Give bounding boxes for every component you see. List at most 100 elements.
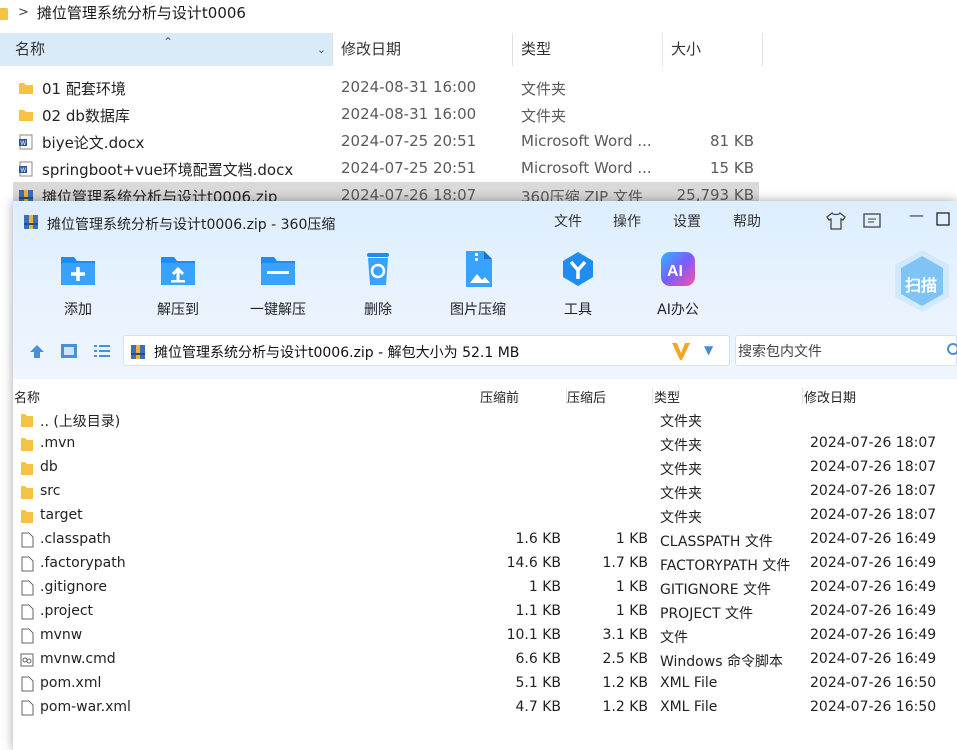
scan-label: 扫描 (905, 276, 938, 295)
image-compress-button[interactable]: 图片压缩 (440, 249, 516, 319)
delete-button[interactable]: 删除 (340, 249, 416, 319)
item-size-before: 5.1 KB (515, 675, 562, 691)
list-item[interactable]: pom-war.xml 4.7 KB 1.2 KB XML File 2024-… (13, 696, 957, 720)
column-date[interactable]: 修改日期 (333, 33, 513, 66)
feedback-icon[interactable] (863, 213, 881, 229)
explorer-column-header: 名称 ⌃ ⌄ 修改日期 类型 大小 (0, 33, 957, 66)
column-type[interactable]: 类型 (654, 387, 680, 406)
list-item[interactable]: .factorypath 14.6 KB 1.7 KB FACTORYPATH … (13, 552, 957, 576)
column-divider[interactable] (652, 388, 653, 404)
list-item[interactable]: pom.xml 5.1 KB 1.2 KB XML File 2024-07-2… (13, 672, 957, 696)
list-item[interactable]: db 文件夹 2024-07-26 18:07 (13, 456, 957, 480)
item-date: 2024-07-26 16:49 (810, 579, 937, 595)
extract-to-button[interactable]: 解压到 (140, 249, 216, 319)
item-date: 2024-07-26 16:49 (810, 603, 937, 619)
list-item[interactable]: .classpath 1.6 KB 1 KB CLASSPATH 文件 2024… (13, 528, 957, 552)
list-item[interactable]: src 文件夹 2024-07-26 18:07 (13, 480, 957, 504)
menu-settings[interactable]: 设置 (673, 211, 701, 231)
explorer-row[interactable]: 02 db数据库 2024-08-31 16:00 文件夹 (13, 101, 759, 128)
column-divider[interactable] (802, 388, 803, 404)
chevron-right-icon[interactable]: > (18, 5, 29, 20)
item-type: FACTORYPATH 文件 (660, 558, 791, 574)
column-size-label: 大小 (671, 40, 702, 58)
item-type: XML File (660, 699, 718, 715)
menu-file[interactable]: 文件 (554, 211, 582, 231)
folder-icon (0, 7, 8, 20)
item-name: pom-war.xml (40, 699, 131, 715)
folder-icon (21, 414, 33, 427)
list-item[interactable]: .project 1.1 KB 1 KB PROJECT 文件 2024-07-… (13, 600, 957, 624)
scan-button[interactable]: 扫描 (893, 248, 951, 314)
add-button[interactable]: 添加 (40, 249, 116, 319)
skin-shirt-icon[interactable] (826, 212, 846, 230)
list-item[interactable]: mvnw 10.1 KB 3.1 KB 文件 2024-07-26 16:49 (13, 624, 957, 648)
image-compress-label: 图片压缩 (450, 302, 506, 318)
file-icon (21, 604, 34, 620)
column-name-label: 名称 (15, 40, 46, 58)
menu-help[interactable]: 帮助 (733, 211, 761, 231)
item-size-after: 1.2 KB (602, 675, 649, 691)
file-date: 2024-07-25 20:51 (341, 132, 477, 150)
column-after[interactable]: 压缩后 (567, 387, 606, 406)
chevron-down-icon[interactable]: ▼ (704, 343, 713, 357)
minimize-icon[interactable]: — (909, 206, 924, 224)
explorer-row[interactable]: W springboot+vue环境配置文档.docx 2024-07-25 2… (13, 155, 759, 182)
item-size-after: 1 KB (615, 603, 648, 619)
item-date: 2024-07-26 18:07 (810, 507, 937, 523)
column-name[interactable]: 名称 (14, 387, 40, 406)
search-input[interactable] (736, 336, 940, 367)
file-icon (21, 628, 34, 644)
folder-icon (21, 438, 33, 451)
ai-office-button[interactable]: AI AI办公 (640, 249, 716, 319)
vip-v-icon[interactable] (670, 341, 692, 361)
list-item[interactable]: .. (上级目录) 文件夹 (13, 408, 957, 432)
list-view-icon[interactable] (93, 343, 111, 359)
one-click-extract-label: 一键解压 (250, 302, 306, 318)
file-type: 文件夹 (521, 107, 567, 125)
maximize-icon[interactable] (936, 212, 950, 226)
zip-archive-icon (131, 345, 145, 359)
item-size-after: 1 KB (615, 579, 648, 595)
column-type[interactable]: 类型 (513, 33, 663, 66)
list-item[interactable]: .mvn 文件夹 2024-07-26 18:07 (13, 432, 957, 456)
column-modified[interactable]: 修改日期 (804, 387, 856, 406)
image-compress-icon (466, 251, 492, 287)
word-doc-icon: W (19, 134, 33, 150)
item-size-after: 3.1 KB (602, 627, 649, 643)
column-size[interactable]: 大小 (663, 33, 763, 66)
column-name[interactable]: 名称 ⌃ ⌄ (0, 33, 333, 66)
breadcrumb-folder[interactable]: 摊位管理系统分析与设计t0006 (37, 2, 246, 23)
chevron-down-icon[interactable]: ⌄ (317, 33, 326, 66)
item-type: 文件夹 (660, 510, 702, 526)
thumbnail-view-icon[interactable] (60, 343, 78, 359)
item-size-after: 2.5 KB (602, 651, 649, 667)
item-type: CLASSPATH 文件 (660, 534, 773, 550)
one-click-extract-button[interactable]: 一键解压 (240, 249, 316, 319)
zip-header-area: 摊位管理系统分析与设计t0006.zip - 360压缩 文件 操作 设置 帮助… (13, 201, 957, 379)
svg-text:AI: AI (667, 263, 683, 280)
folder-icon (19, 110, 33, 121)
item-size-after: 1.7 KB (602, 555, 649, 571)
list-item[interactable]: mvnw.cmd 6.6 KB 2.5 KB Windows 命令脚本 2024… (13, 648, 957, 672)
item-name: src (40, 483, 61, 499)
item-size-before: 1.6 KB (515, 531, 562, 547)
title-bar: 摊位管理系统分析与设计t0006.zip - 360压缩 文件 操作 设置 帮助… (13, 201, 957, 239)
menu-operate[interactable]: 操作 (613, 211, 641, 231)
item-type: Windows 命令脚本 (660, 654, 783, 670)
explorer-row[interactable]: 01 配套环境 2024-08-31 16:00 文件夹 (13, 74, 759, 101)
item-size-after: 1 KB (615, 531, 648, 547)
list-item[interactable]: target 文件夹 2024-07-26 18:07 (13, 504, 957, 528)
search-icon[interactable] (946, 342, 957, 358)
folder-icon (19, 83, 33, 94)
column-before[interactable]: 压缩前 (480, 387, 519, 406)
explorer-row[interactable]: W biye论文.docx 2024-07-25 20:51 Microsoft… (13, 128, 759, 155)
address-bar[interactable]: 摊位管理系统分析与设计t0006.zip - 解包大小为 52.1 MB ▼ (123, 335, 730, 366)
file-date: 2024-08-31 16:00 (341, 105, 477, 123)
extract-to-icon (161, 257, 195, 285)
item-size-before: 1 KB (528, 579, 561, 595)
list-item[interactable]: .gitignore 1 KB 1 KB GITIGNORE 文件 2024-0… (13, 576, 957, 600)
up-arrow-icon[interactable] (28, 343, 46, 359)
tools-button[interactable]: 工具 (540, 249, 616, 319)
cmd-script-icon (20, 653, 34, 667)
search-box[interactable] (735, 335, 957, 367)
